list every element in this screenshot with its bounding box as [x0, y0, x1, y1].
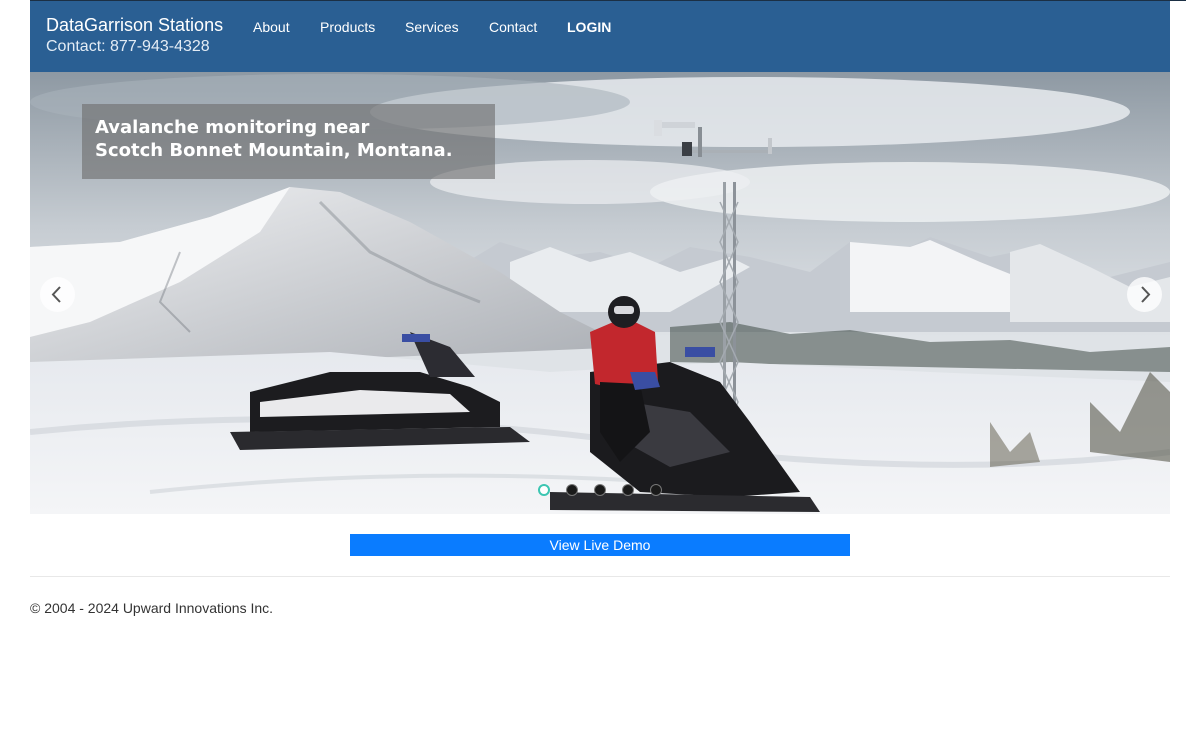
hero-carousel: Avalanche monitoring near Scotch Bonnet …	[30, 72, 1170, 514]
nav-login[interactable]: LOGIN	[567, 18, 611, 36]
nav-about[interactable]: About	[253, 18, 290, 36]
caption-line-2: Scotch Bonnet Mountain, Montana.	[95, 140, 453, 161]
footer-divider	[30, 576, 1170, 577]
carousel-indicator-1[interactable]	[538, 484, 550, 496]
caption-line-1: Avalanche monitoring near	[95, 117, 370, 138]
chevron-left-icon	[51, 286, 61, 303]
chevron-right-icon	[1141, 286, 1151, 303]
brand-link[interactable]: DataGarrison Stations	[46, 15, 223, 35]
carousel-indicator-4[interactable]	[622, 484, 634, 496]
carousel-indicator-3[interactable]	[594, 484, 606, 496]
view-live-demo-button[interactable]: View Live Demo	[350, 534, 850, 556]
carousel-caption: Avalanche monitoring near Scotch Bonnet …	[82, 104, 495, 179]
carousel-next-button[interactable]	[1127, 277, 1162, 312]
contact-phone: Contact: 877-943-4328	[46, 38, 210, 55]
carousel-prev-button[interactable]	[40, 277, 75, 312]
nav-contact[interactable]: Contact	[489, 18, 537, 36]
nav-services[interactable]: Services	[405, 18, 459, 36]
carousel-indicator-2[interactable]	[566, 484, 578, 496]
navbar: DataGarrison Stations Contact: 877-943-4…	[30, 1, 1170, 72]
nav-products[interactable]: Products	[320, 18, 375, 36]
carousel-indicator-5[interactable]	[650, 484, 662, 496]
footer-copyright: © 2004 - 2024 Upward Innovations Inc.	[30, 600, 274, 616]
